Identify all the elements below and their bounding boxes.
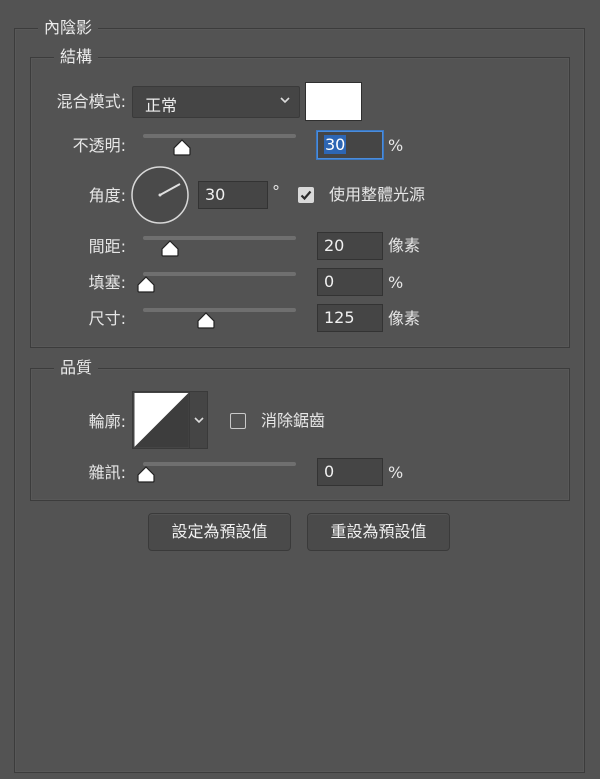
opacity-unit: % (388, 136, 404, 155)
choke-value: 0 (324, 272, 335, 291)
chevron-down-icon (194, 417, 204, 424)
shadow-color-swatch[interactable] (305, 82, 362, 121)
contour-picker[interactable] (132, 391, 208, 449)
size-unit: 像素 (388, 309, 421, 328)
opacity-slider-track[interactable] (143, 134, 296, 138)
angle-dial-icon[interactable] (130, 165, 190, 225)
noise-input[interactable]: 0 (317, 458, 383, 486)
checkmark-icon (300, 190, 312, 201)
distance-input[interactable]: 20 (317, 232, 383, 260)
choke-unit: % (388, 273, 404, 292)
noise-unit: % (388, 463, 404, 482)
opacity-slider-thumb-icon[interactable] (172, 139, 192, 156)
reset-default-button[interactable]: 重設為預設值 (307, 513, 450, 551)
structure-title: 結構 (54, 47, 99, 67)
noise-slider-track[interactable] (143, 462, 296, 466)
opacity-label: 不透明: (72, 136, 126, 155)
noise-label: 雜訊: (88, 463, 126, 482)
angle-unit: ° (272, 182, 280, 201)
distance-label: 間距: (88, 237, 126, 256)
quality-title: 品質 (54, 358, 99, 378)
contour-dropdown-divider (189, 392, 190, 448)
global-light-checkbox[interactable] (298, 187, 314, 203)
choke-input[interactable]: 0 (317, 268, 383, 296)
size-input[interactable]: 125 (317, 304, 383, 332)
contour-label: 輪廓: (88, 412, 126, 431)
set-default-button[interactable]: 設定為預設值 (148, 513, 291, 551)
angle-label: 角度: (88, 186, 126, 205)
global-light-label: 使用整體光源 (329, 185, 426, 204)
anti-alias-label: 消除鋸齒 (261, 411, 326, 430)
size-value: 125 (324, 308, 355, 327)
angle-input[interactable]: 30 (198, 181, 268, 209)
blend-mode-value: 正常 (145, 96, 178, 115)
blend-mode-select[interactable]: 正常 (132, 86, 300, 118)
noise-slider-thumb-icon[interactable] (136, 466, 156, 483)
angle-value: 30 (205, 185, 226, 204)
panel-title: 內陰影 (38, 18, 99, 38)
distance-slider-thumb-icon[interactable] (160, 240, 180, 257)
choke-slider-track[interactable] (143, 272, 296, 276)
distance-value: 20 (324, 236, 345, 255)
size-slider-track[interactable] (143, 308, 296, 312)
size-slider-thumb-icon[interactable] (196, 312, 216, 329)
blend-mode-label: 混合模式: (56, 92, 126, 111)
anti-alias-checkbox[interactable] (230, 413, 246, 429)
opacity-input[interactable]: 30 (317, 131, 383, 159)
choke-label: 填塞: (88, 273, 126, 292)
opacity-value: 30 (324, 135, 347, 154)
size-label: 尺寸: (88, 309, 126, 328)
noise-value: 0 (324, 462, 335, 481)
distance-unit: 像素 (388, 236, 421, 255)
choke-slider-thumb-icon[interactable] (136, 276, 156, 293)
contour-preview-icon (134, 393, 189, 447)
chevron-down-icon (280, 97, 290, 104)
